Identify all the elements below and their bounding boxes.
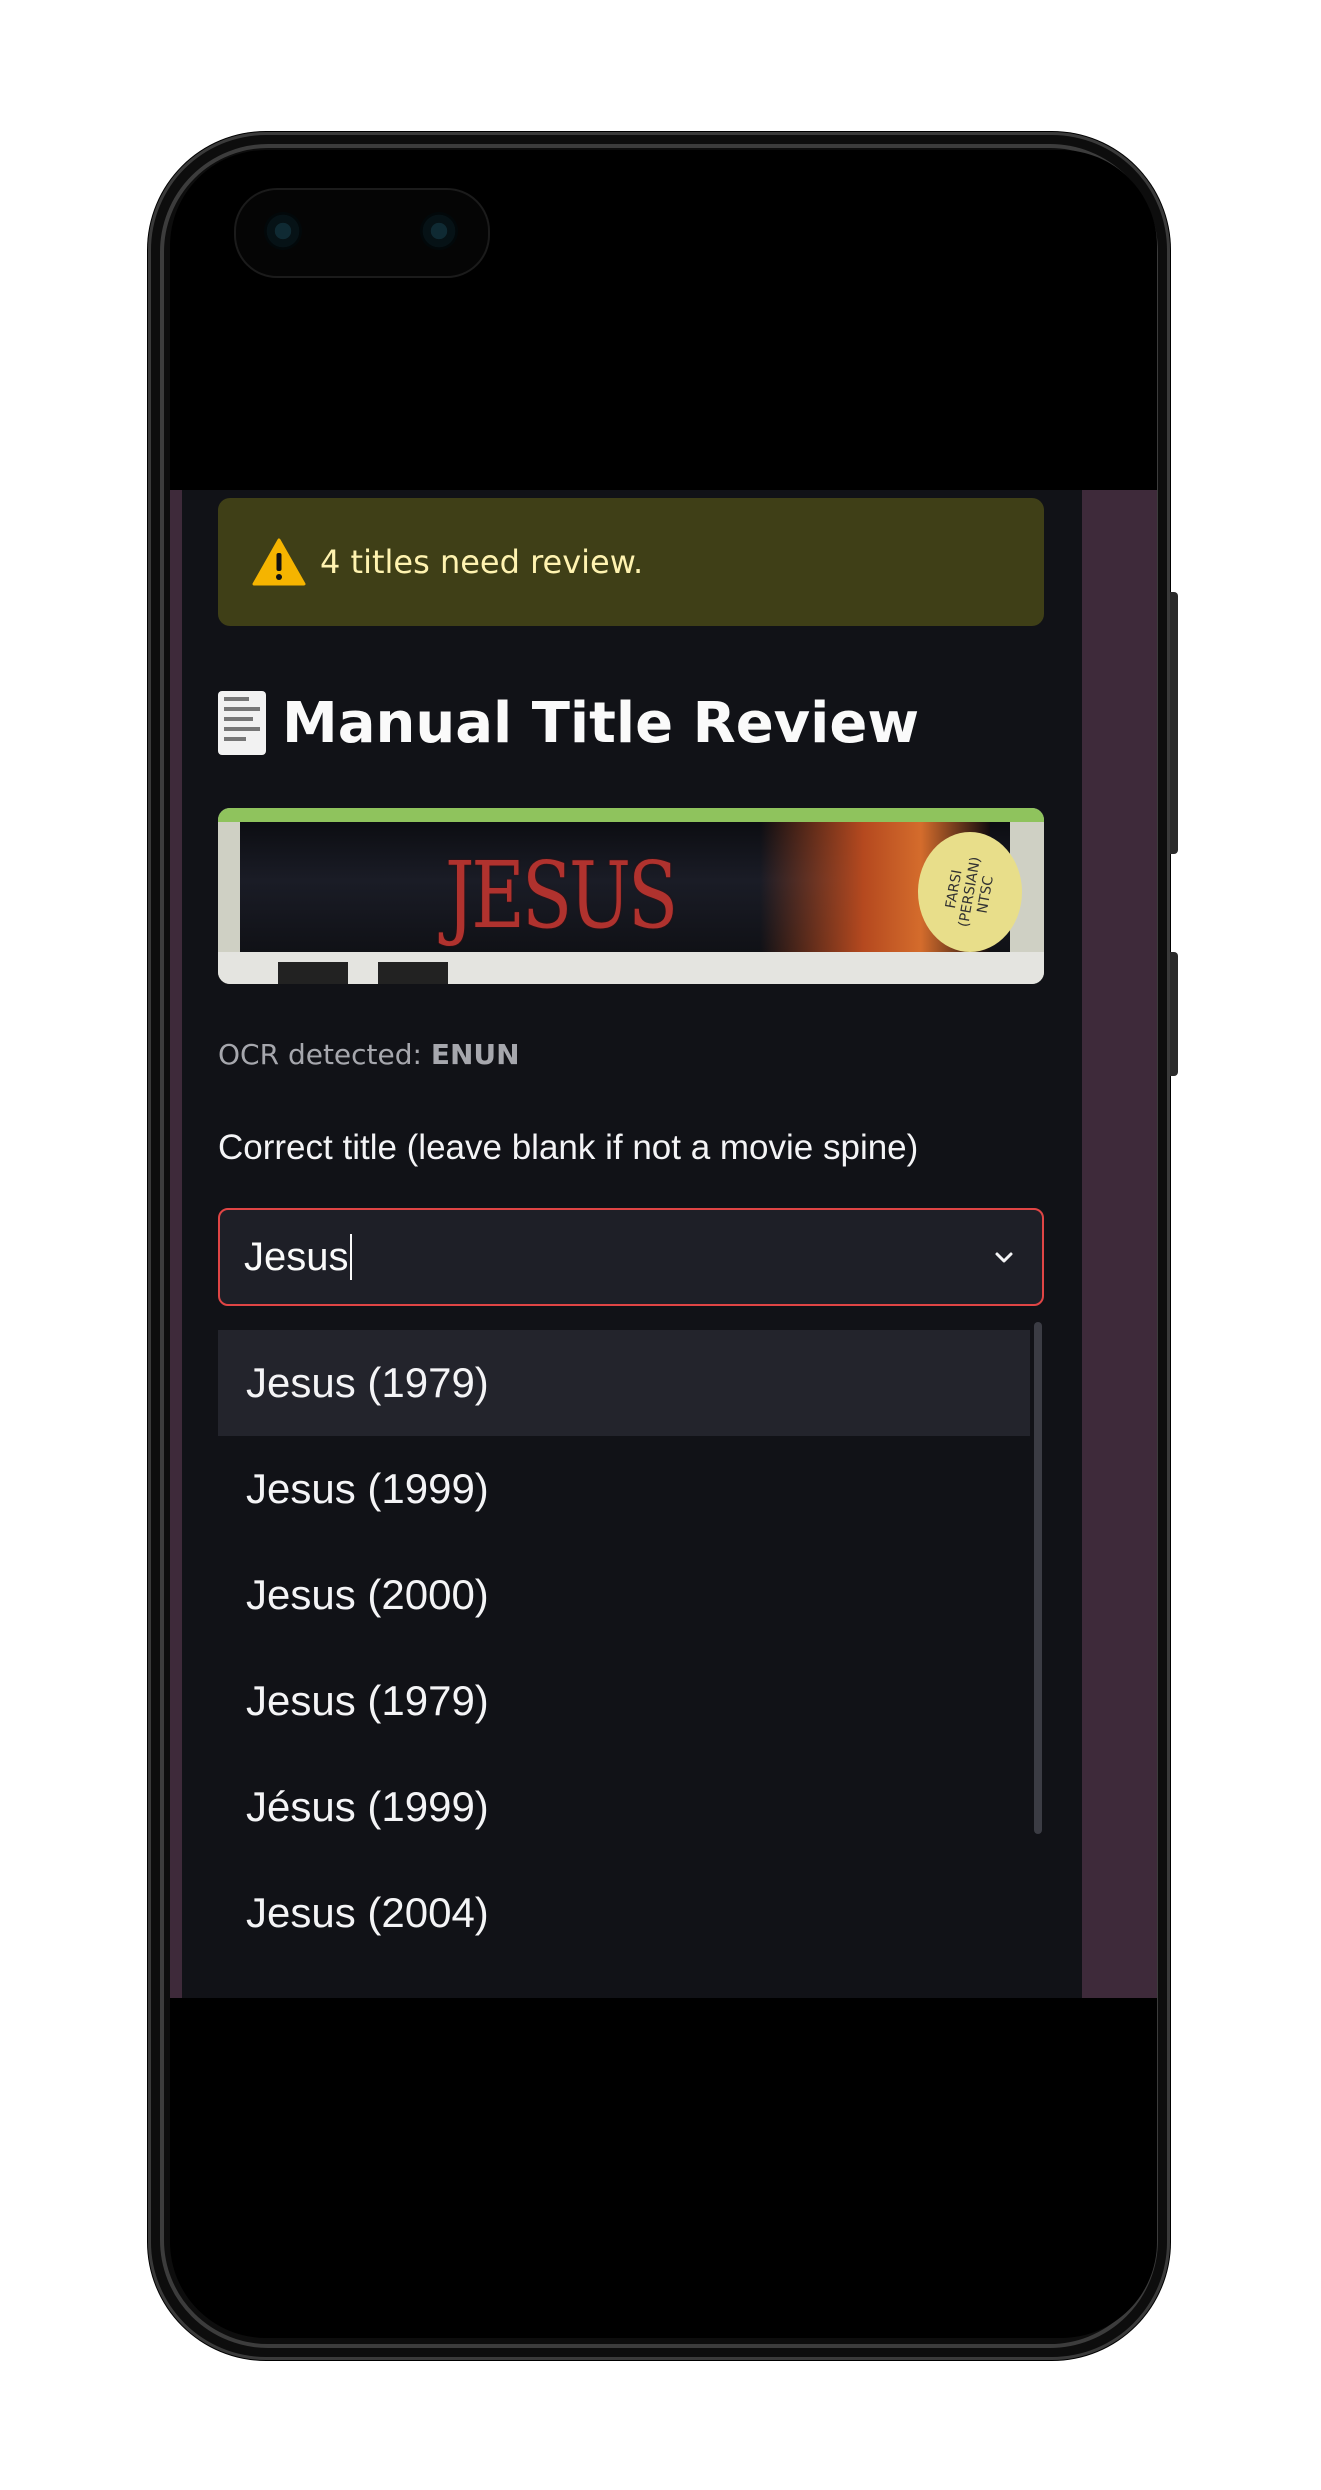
title-field-label: Correct title (leave blank if not a movi…: [218, 1128, 919, 1167]
movie-spine-image: JESUS FARSI (PERSIAN) NTSC: [218, 808, 1044, 984]
page-title: Manual Title Review: [218, 688, 919, 758]
options-scrollbar[interactable]: [1034, 1322, 1042, 1834]
sticker-text: FARSI (PERSIAN) NTSC: [942, 855, 997, 929]
front-camera-left: [264, 212, 302, 250]
volume-button: [1170, 952, 1178, 1076]
option-jesus-accented-1999[interactable]: Jésus (1999): [218, 1754, 1030, 1860]
review-warning-banner: 4 titles need review.: [218, 498, 1044, 626]
chevron-down-icon[interactable]: [988, 1242, 1020, 1274]
ocr-detected: OCR detected: ENUN: [218, 1038, 520, 1071]
title-input[interactable]: Jesus: [244, 1234, 352, 1280]
warning-icon: [252, 538, 306, 586]
ocr-value: ENUN: [430, 1038, 520, 1071]
title-options-list: Jesus (1979) Jesus (1999) Jesus (2000) J…: [218, 1322, 1044, 1998]
app-viewport: 4 titles need review. Manual Title Revie…: [170, 490, 1157, 1998]
option-jesus-1979[interactable]: Jesus (1979): [218, 1330, 1030, 1436]
ocr-label: OCR detected:: [218, 1038, 422, 1071]
title-combobox[interactable]: Jesus: [218, 1208, 1044, 1306]
page-title-text: Manual Title Review: [282, 690, 920, 756]
option-jesus-2004[interactable]: Jesus (2004): [218, 1860, 1030, 1966]
front-camera-right: [420, 212, 458, 250]
warning-text: 4 titles need review.: [320, 543, 644, 581]
main-panel: 4 titles need review. Manual Title Revie…: [182, 490, 1082, 1998]
option-jesus-1999[interactable]: Jesus (1999): [218, 1436, 1030, 1542]
camera-cutout: [234, 188, 490, 278]
option-jesus-1979-alt[interactable]: Jesus (1979): [218, 1648, 1030, 1754]
power-button: [1170, 592, 1178, 854]
receipt-icon: [218, 691, 266, 755]
spine-title-text: JESUS: [445, 842, 678, 949]
option-jesus-2000[interactable]: Jesus (2000): [218, 1542, 1030, 1648]
language-sticker: FARSI (PERSIAN) NTSC: [918, 832, 1022, 952]
phone-screen: 4 titles need review. Manual Title Revie…: [170, 150, 1157, 2338]
